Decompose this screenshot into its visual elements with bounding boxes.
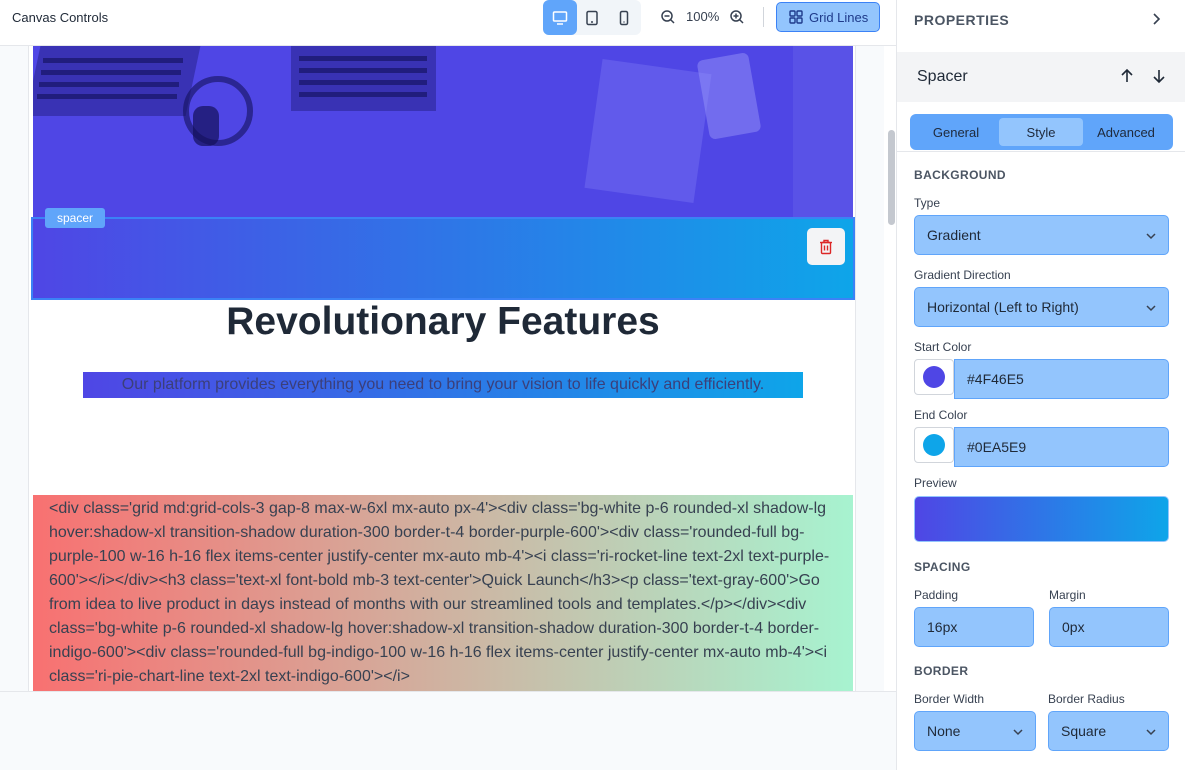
chevron-down-icon xyxy=(1146,233,1156,240)
background-type-select[interactable]: Gradient xyxy=(914,215,1169,255)
desktop-view-button[interactable] xyxy=(543,0,577,35)
end-color-input[interactable] xyxy=(954,427,1169,467)
desktop-icon xyxy=(552,10,568,25)
border-radius-select[interactable]: Square xyxy=(1048,711,1169,751)
panel-header: PROPERTIES xyxy=(897,0,1185,38)
border-width-value: None xyxy=(927,723,961,739)
keyboard-row xyxy=(39,82,179,87)
spacing-section-title: SPACING xyxy=(914,560,971,574)
arrow-down-icon[interactable] xyxy=(1150,67,1168,85)
margin-label: Margin xyxy=(1049,588,1086,602)
background-section-title: BACKGROUND xyxy=(914,168,1006,182)
gradient-direction-select[interactable]: Horizontal (Left to Right) xyxy=(914,287,1169,327)
mobile-view-button[interactable] xyxy=(607,0,641,35)
section-heading[interactable]: Revolutionary Features xyxy=(29,300,855,344)
canvas-footer-area xyxy=(0,691,896,770)
section-lead-text[interactable]: Our platform provides everything you nee… xyxy=(83,372,803,398)
padding-label: Padding xyxy=(914,588,959,602)
border-section-title: BORDER xyxy=(914,664,969,678)
grid-lines-toggle[interactable]: Grid Lines xyxy=(776,2,880,32)
arrow-up-icon[interactable] xyxy=(1118,67,1136,85)
keyboard-row xyxy=(299,80,427,85)
keyboard-row xyxy=(37,94,177,99)
border-radius-label: Border Radius xyxy=(1048,692,1125,706)
mobile-icon xyxy=(619,10,629,25)
chevron-down-icon xyxy=(1146,305,1156,312)
keyboard-row xyxy=(299,68,427,73)
zoom-level: 100% xyxy=(686,9,720,24)
paper-shape xyxy=(793,46,853,217)
keyboard-row xyxy=(41,70,181,75)
type-label: Type xyxy=(914,196,941,210)
gradient-direction-label: Gradient Direction xyxy=(914,268,1011,282)
zoom-in-icon xyxy=(730,10,744,24)
toolbar-title: Canvas Controls xyxy=(12,10,109,25)
start-color-swatch[interactable] xyxy=(914,359,954,395)
spacer-tag: spacer xyxy=(45,208,106,228)
margin-input[interactable] xyxy=(1049,607,1169,647)
keyboard-row xyxy=(299,56,427,61)
selected-element-name: Spacer xyxy=(917,68,968,85)
panel-title: PROPERTIES xyxy=(914,12,1010,28)
selected-element-bar: Spacer xyxy=(897,52,1185,102)
tablet-icon xyxy=(586,10,598,25)
chevron-down-icon xyxy=(1013,729,1023,736)
tab-general[interactable]: General xyxy=(914,118,998,146)
device-switcher xyxy=(543,0,641,35)
zoom-out-button[interactable] xyxy=(657,6,679,28)
paper-shape xyxy=(584,58,712,204)
preview-label: Preview xyxy=(914,476,957,490)
border-width-label: Border Width xyxy=(914,692,985,706)
panel-tabs: General Style Advanced xyxy=(910,114,1173,150)
start-color-input[interactable] xyxy=(954,359,1169,399)
grid-icon xyxy=(789,10,803,24)
background-type-value: Gradient xyxy=(927,227,981,243)
end-color-label: End Color xyxy=(914,408,968,422)
padding-input[interactable] xyxy=(914,607,1034,647)
canvas-page: spacer Revolutionary Features Our platfo… xyxy=(28,46,856,691)
raw-html-block[interactable]: <div class='grid md:grid-cols-3 gap-8 ma… xyxy=(33,495,853,691)
headphones-shape xyxy=(193,106,219,146)
tablet-view-button[interactable] xyxy=(575,0,609,35)
canvas-toolbar: Canvas Controls 100% Grid Lines xyxy=(0,0,896,46)
chevron-right-icon[interactable] xyxy=(1147,10,1165,28)
divider xyxy=(897,151,1185,152)
keyboard-row xyxy=(43,58,183,63)
chevron-down-icon xyxy=(1146,729,1156,736)
border-radius-value: Square xyxy=(1061,723,1107,739)
end-color-swatch[interactable] xyxy=(914,427,954,463)
border-width-select[interactable]: None xyxy=(914,711,1036,751)
zoom-out-icon xyxy=(661,10,675,24)
tab-advanced[interactable]: Advanced xyxy=(1084,118,1168,146)
trash-icon xyxy=(820,239,832,254)
keyboard-row xyxy=(299,92,427,97)
tab-style[interactable]: Style xyxy=(999,118,1083,146)
gradient-direction-value: Horizontal (Left to Right) xyxy=(927,299,1079,315)
start-color-label: Start Color xyxy=(914,340,972,354)
gradient-preview xyxy=(914,496,1169,542)
properties-panel: PROPERTIES Spacer General Style Advanced… xyxy=(896,0,1185,770)
zoom-in-button[interactable] xyxy=(726,6,748,28)
hero-image[interactable] xyxy=(33,46,853,217)
laptop-shape xyxy=(33,46,201,116)
start-color-dot xyxy=(923,366,945,388)
toolbar-divider xyxy=(763,7,764,27)
spacer-element[interactable] xyxy=(31,217,855,300)
delete-element-button[interactable] xyxy=(807,228,845,265)
end-color-dot xyxy=(923,434,945,456)
canvas-scrollbar-thumb[interactable] xyxy=(888,130,895,225)
grid-lines-label: Grid Lines xyxy=(809,9,869,25)
